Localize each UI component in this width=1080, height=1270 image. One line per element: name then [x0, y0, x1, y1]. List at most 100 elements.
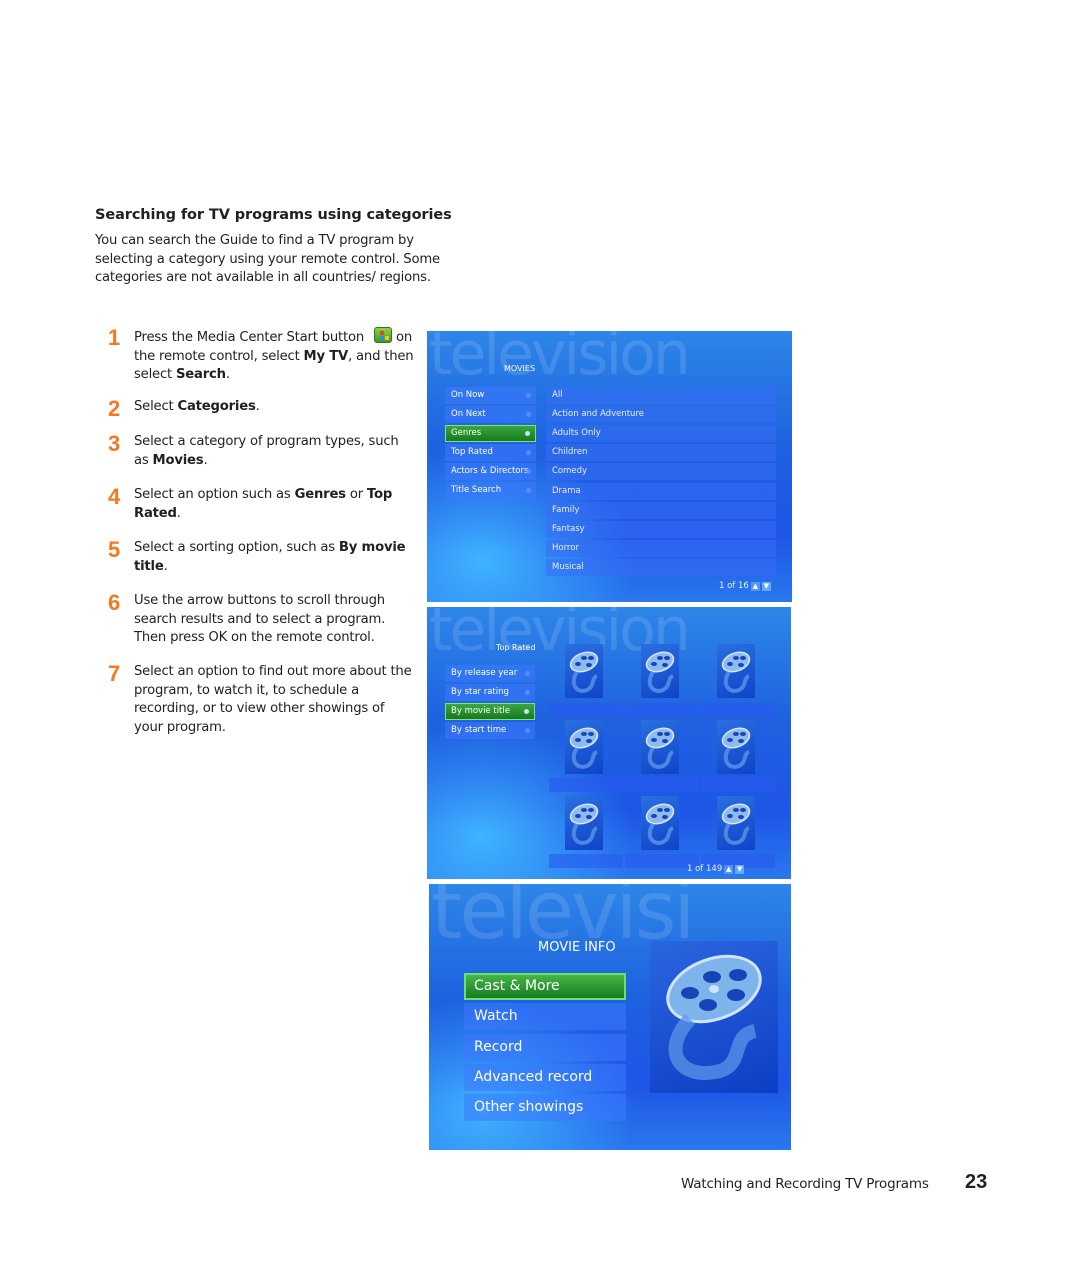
menu-item-label: Title Search	[451, 485, 502, 495]
menu-item-label: Other showings	[474, 1099, 584, 1116]
menu-item-genres[interactable]: Genres	[445, 425, 536, 442]
poster-caption-bar	[549, 854, 623, 868]
film-reel-icon	[569, 651, 599, 693]
menu-item-title-search[interactable]: Title Search	[445, 482, 536, 499]
menu-item-top-rated[interactable]: Top Rated	[445, 444, 536, 461]
screenshot-movie-info: televisi MOVIE INFO Cast & More Watch Reco…	[429, 884, 791, 1150]
emphasis: Genres	[294, 487, 346, 502]
pager: 1 of 149 ▲ ▼	[687, 864, 745, 874]
emphasis: By movie title	[134, 540, 406, 574]
menu-item-advanced-record[interactable]: Advanced record	[464, 1063, 626, 1091]
movie-poster	[650, 941, 778, 1093]
menu-item-label: By star rating	[451, 687, 509, 697]
step-number: 6	[108, 590, 121, 615]
movie-poster[interactable]	[717, 796, 755, 850]
step-text: Select an option to find out more about …	[134, 664, 412, 735]
genre-item[interactable]: Action and Adventure	[546, 406, 776, 424]
step-number: 3	[108, 431, 121, 456]
step-text: Select an option such as Genres or Top R…	[134, 487, 393, 521]
screen-title: Top Rated	[496, 643, 536, 652]
scroll-down-icon[interactable]: ▼	[735, 864, 745, 874]
menu-item-record[interactable]: Record	[464, 1033, 626, 1061]
pager-text: 1 of 149	[687, 864, 723, 874]
radio-indicator	[525, 690, 530, 695]
menu-item-by-start-time[interactable]: By start time	[445, 722, 535, 739]
menu-item-by-star-rating[interactable]: By star rating	[445, 684, 535, 701]
intro-paragraph: You can search the Guide to find a TV pr…	[95, 233, 440, 286]
movie-poster[interactable]	[717, 720, 755, 774]
genre-item[interactable]: Musical	[546, 558, 776, 576]
genre-item[interactable]: Fantasy	[546, 520, 776, 538]
emphasis: My TV	[303, 348, 349, 364]
radio-indicator	[525, 431, 530, 436]
genre-item[interactable]: Horror	[546, 539, 776, 557]
menu-item-by-release-year[interactable]: By release year	[445, 665, 535, 682]
step-number: 1	[108, 325, 121, 350]
screenshot-movies-genres: television MOVIES On Now On Next Genres Top…	[427, 331, 792, 602]
film-reel-icon	[645, 651, 675, 693]
movie-poster[interactable]	[565, 644, 603, 698]
emphasis: Categories	[177, 399, 256, 414]
menu-item-label: On Now	[451, 390, 485, 400]
menu-item-label: By release year	[451, 668, 518, 678]
menu-item-actors-directors[interactable]: Actors & Directors	[445, 463, 536, 480]
film-reel-icon	[721, 727, 751, 769]
genre-item[interactable]: Children	[546, 444, 776, 462]
genre-item[interactable]: Comedy	[546, 463, 776, 481]
menu-item-watch[interactable]: Watch	[464, 1003, 626, 1031]
poster-caption-bar	[701, 778, 775, 792]
movie-poster[interactable]	[641, 720, 679, 774]
poster-caption-bar	[549, 702, 623, 716]
radio-indicator	[526, 412, 531, 417]
pager-text: 1 of 16	[719, 581, 749, 591]
emphasis: Movies	[152, 452, 204, 468]
menu-item-label: Advanced record	[474, 1068, 593, 1085]
radio-indicator	[526, 393, 531, 398]
screenshot-top-rated: television Top Rated By release year By s…	[427, 607, 791, 879]
step-number: 7	[108, 661, 121, 686]
menu-item-label: On Next	[451, 409, 486, 419]
step-text: Press the Media Center Start button on t…	[134, 327, 414, 385]
menu-item-label: Genres	[451, 428, 482, 438]
media-center-start-icon	[374, 327, 393, 343]
step-number: 5	[108, 537, 121, 562]
movie-poster[interactable]	[565, 720, 603, 774]
radio-indicator	[525, 671, 530, 676]
movie-poster[interactable]	[641, 796, 679, 850]
film-reel-icon	[645, 727, 675, 769]
radio-indicator	[525, 728, 530, 733]
emphasis: Search	[175, 367, 226, 383]
scroll-up-icon[interactable]: ▲	[724, 864, 734, 874]
radio-indicator	[526, 469, 531, 474]
step-text: Select Categories.	[134, 399, 260, 414]
menu-item-cast-more[interactable]: Cast & More	[464, 973, 626, 1000]
film-reel-icon	[721, 651, 751, 693]
genre-item[interactable]: Drama	[546, 482, 776, 500]
film-reel-icon	[721, 803, 751, 845]
poster-caption-bar	[625, 778, 699, 792]
step-number: 4	[108, 484, 121, 509]
scroll-up-icon[interactable]: ▲	[750, 581, 760, 591]
menu-item-label: Record	[474, 1038, 523, 1055]
menu-item-other-showings[interactable]: Other showings	[464, 1094, 626, 1122]
menu-item-on-next[interactable]: On Next	[445, 406, 536, 423]
page-number: 23	[965, 1171, 988, 1193]
film-reel-icon	[569, 803, 599, 845]
footer-chapter: Watching and Recording TV Programs	[681, 1176, 929, 1192]
step-number: 2	[108, 396, 121, 421]
emphasis: Top Rated	[134, 487, 393, 521]
movie-poster[interactable]	[641, 644, 679, 698]
step-text: Use the arrow buttons to scroll through …	[134, 593, 386, 646]
menu-item-on-now[interactable]: On Now	[445, 387, 536, 404]
genre-item[interactable]: Adults Only	[546, 425, 776, 443]
section-title: Searching for TV programs using categori…	[95, 207, 452, 223]
menu-item-label: Watch	[474, 1008, 518, 1025]
genre-item[interactable]: Family	[546, 501, 776, 519]
movie-poster[interactable]	[565, 796, 603, 850]
film-reel-icon	[569, 727, 599, 769]
movie-poster[interactable]	[717, 644, 755, 698]
poster-caption-bar	[549, 778, 623, 792]
genre-item[interactable]: All	[546, 387, 776, 404]
scroll-down-icon[interactable]: ▼	[761, 581, 771, 591]
menu-item-by-movie-title[interactable]: By movie title	[445, 703, 535, 720]
